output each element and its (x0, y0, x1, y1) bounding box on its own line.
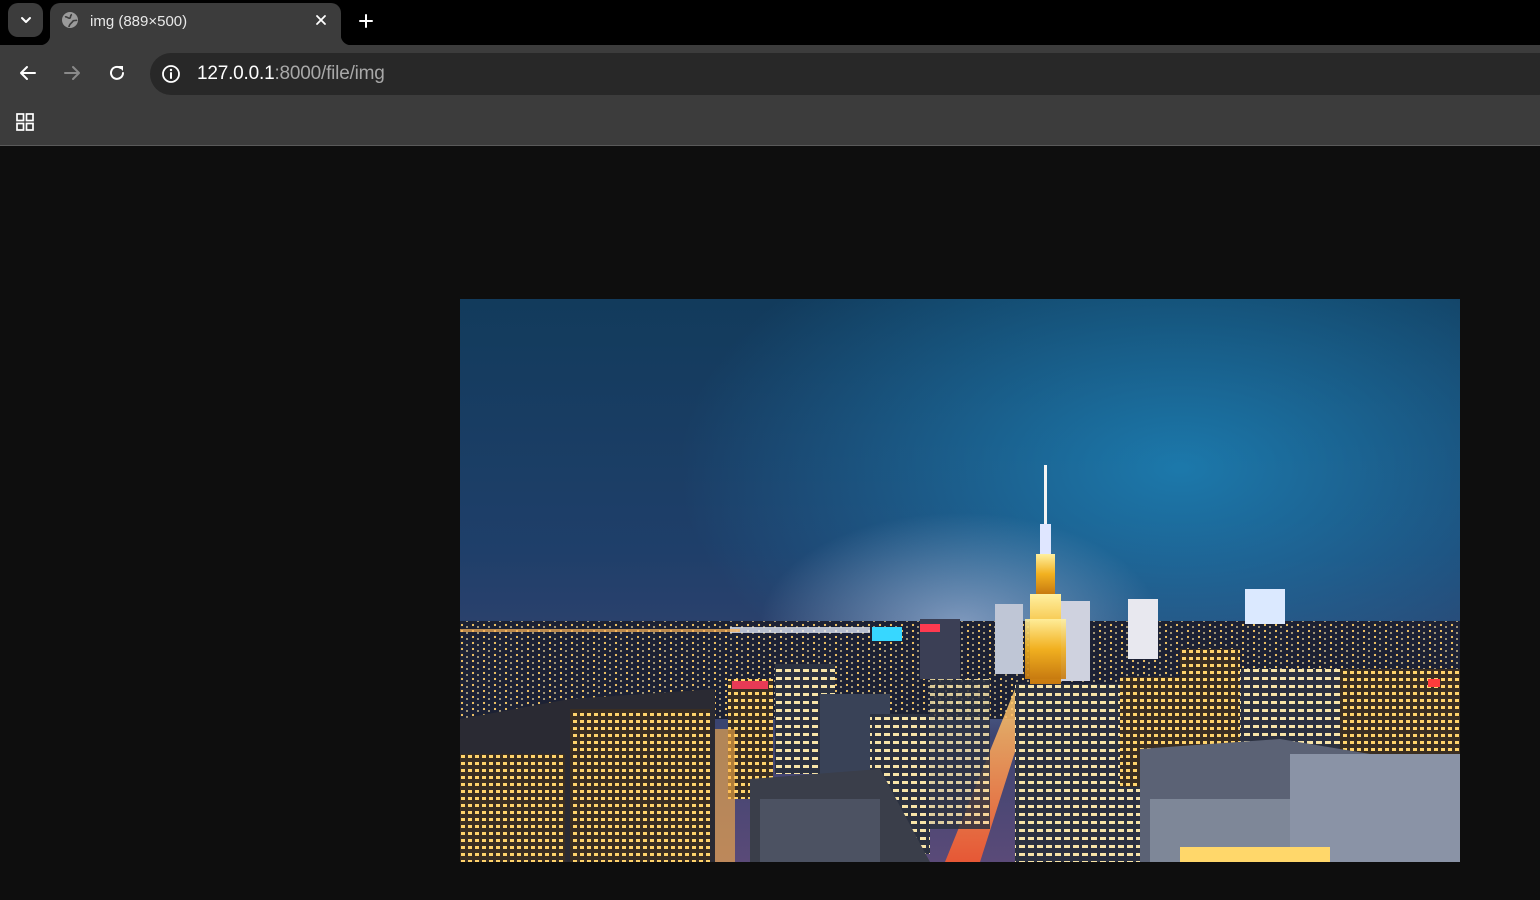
tab-search-button[interactable] (8, 3, 43, 37)
forward-button[interactable] (58, 59, 86, 87)
info-icon[interactable] (160, 63, 182, 85)
new-tab-icon[interactable] (356, 11, 376, 31)
arrow-left-icon (20, 66, 36, 80)
bookmarks-bar (0, 101, 1540, 146)
tab-strip: img (889×500) (0, 0, 1540, 45)
url-path: :8000/file/img (274, 63, 385, 84)
url-host: 127.0.0.1 (197, 63, 275, 84)
city-night-image (460, 299, 1460, 862)
tab-title: img (889×500) (90, 13, 188, 30)
chevron-down-icon (20, 17, 31, 23)
tab-active[interactable]: img (889×500) (40, 3, 351, 45)
apps-grid-icon[interactable] (14, 111, 36, 133)
url-text[interactable]: 127.0.0.1:8000/file/img (197, 63, 385, 85)
reload-icon (110, 65, 124, 80)
close-icon[interactable] (312, 11, 330, 29)
reload-button[interactable] (103, 59, 131, 87)
globe-icon (62, 12, 78, 28)
arrow-right-icon (64, 66, 80, 80)
address-bar[interactable]: 127.0.0.1:8000/file/img (150, 53, 1540, 95)
back-button[interactable] (14, 59, 42, 87)
toolbar: 127.0.0.1:8000/file/img (0, 45, 1540, 101)
